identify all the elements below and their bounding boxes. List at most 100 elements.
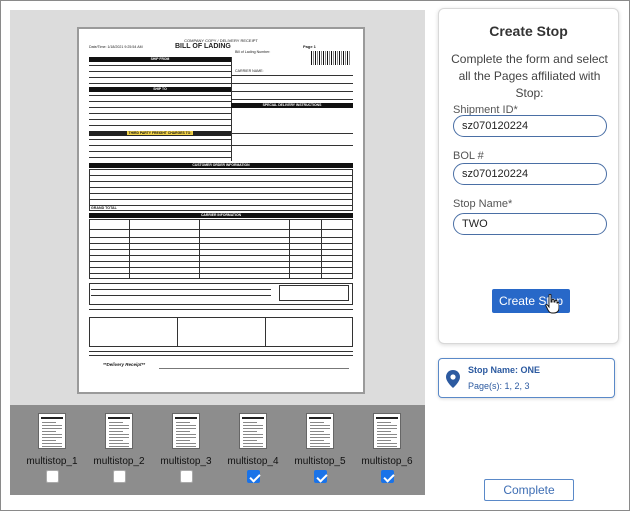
create-stop-panel: Create Stop Complete the form and select… <box>438 8 619 344</box>
doc-line <box>89 71 231 72</box>
thumbnail-line <box>176 425 196 426</box>
thumbnail-line <box>243 428 263 429</box>
thumbnail-line <box>310 446 330 447</box>
barcode <box>311 51 351 65</box>
thumbnail-line <box>243 431 257 432</box>
thumbnail-preview[interactable] <box>306 413 334 449</box>
doc-bol-number: Bill of Lading Number: <box>235 50 271 54</box>
thumbnail-preview[interactable] <box>172 413 200 449</box>
doc-divider <box>177 317 178 347</box>
thumbnail-preview[interactable] <box>239 413 267 449</box>
thumbnail-line <box>377 428 397 429</box>
stop-card-one[interactable]: Stop Name: ONE Page(s): 1, 2, 3 <box>438 358 615 398</box>
ship-from-bar: SHIP FROM <box>89 57 231 62</box>
thumbnail-preview[interactable] <box>373 413 401 449</box>
thumbnail-label: multistop_3 <box>160 456 212 467</box>
page-thumbnail[interactable]: multistop_5 <box>288 413 348 493</box>
doc-line <box>159 368 349 369</box>
doc-date-time: Date/Time: 1/18/2021 9:25:54 AM <box>89 45 143 49</box>
thumbnail-line <box>42 446 62 447</box>
thumbnail-line <box>310 437 330 438</box>
doc-line <box>89 193 353 194</box>
thumbnail-line <box>109 440 123 441</box>
bol-input[interactable]: sz070120224 <box>453 163 607 185</box>
location-pin-icon <box>446 370 460 388</box>
doc-divider <box>129 219 130 279</box>
doc-divider <box>321 219 322 279</box>
page-select-checkbox[interactable] <box>381 470 394 483</box>
thumbnail-line <box>310 422 324 423</box>
thumbnail-bar <box>376 417 398 419</box>
doc-line <box>89 125 231 126</box>
stop-card-name: Stop Name: ONE <box>468 365 541 375</box>
thumbnail-line <box>42 437 62 438</box>
thumbnail-line <box>377 425 397 426</box>
doc-line <box>91 289 271 290</box>
special-delivery-bar: SPECIAL DELIVERY INSTRUCTIONS <box>231 103 353 108</box>
thumbnail-bar <box>41 417 63 419</box>
shipment-id-input[interactable]: sz070120224 <box>453 115 607 137</box>
page-select-checkbox[interactable] <box>180 470 193 483</box>
thumbnail-line <box>377 422 391 423</box>
page-select-checkbox[interactable] <box>113 470 126 483</box>
stop-name-input[interactable]: TWO <box>453 213 607 235</box>
doc-line <box>89 199 353 200</box>
doc-line <box>89 83 231 84</box>
thumbnail-line <box>176 437 196 438</box>
thumbnail-bar <box>309 417 331 419</box>
thumbnail-line <box>109 446 129 447</box>
thumbnail-line <box>310 431 324 432</box>
thumbnail-line <box>109 443 129 444</box>
thumbnail-bar <box>108 417 130 419</box>
doc-divider <box>265 317 266 347</box>
doc-line <box>89 175 353 176</box>
page-select-checkbox[interactable] <box>314 470 327 483</box>
doc-line <box>89 107 231 108</box>
delivery-receipt-label: **Delivery Receipt** <box>103 362 146 367</box>
doc-line <box>89 101 231 102</box>
thumbnail-label: multistop_5 <box>294 456 346 467</box>
page-thumbnail[interactable]: multistop_6 <box>355 413 415 493</box>
thumbnail-line <box>176 446 196 447</box>
thumbnail-bar <box>242 417 264 419</box>
thumbnail-line <box>176 434 196 435</box>
doc-line <box>89 139 231 140</box>
thumbnail-line <box>42 443 62 444</box>
thumbnail-line <box>42 434 62 435</box>
page-thumbnail[interactable]: multistop_2 <box>87 413 147 493</box>
carrier-name-label: CARRIER NAME: <box>235 69 264 73</box>
thumbnail-line <box>243 422 257 423</box>
doc-line <box>231 83 353 84</box>
thumbnail-preview[interactable] <box>105 413 133 449</box>
ship-to-bar: SHIP TO <box>89 87 231 92</box>
page-select-checkbox[interactable] <box>46 470 59 483</box>
doc-line <box>89 119 231 120</box>
thumbnail-line <box>42 425 62 426</box>
thumbnail-line <box>310 434 330 435</box>
doc-line <box>89 181 353 182</box>
thumbnail-label: multistop_2 <box>93 456 145 467</box>
doc-line <box>89 113 231 114</box>
thumbnail-line <box>42 422 56 423</box>
thumbnail-line <box>377 446 397 447</box>
stop-card-pages: Page(s): 1, 2, 3 <box>468 381 530 391</box>
doc-line <box>89 205 353 206</box>
page-thumbnail[interactable]: multistop_4 <box>221 413 281 493</box>
doc-line <box>89 187 353 188</box>
page-select-checkbox[interactable] <box>247 470 260 483</box>
page-thumbnail[interactable]: multistop_3 <box>154 413 214 493</box>
doc-line <box>89 355 353 356</box>
doc-line <box>89 65 231 66</box>
thumbnail-line <box>377 440 391 441</box>
thumbnail-line <box>243 446 263 447</box>
thumbnail-line <box>377 431 391 432</box>
page-thumbnail[interactable]: multistop_1 <box>20 413 80 493</box>
thumbnail-line <box>243 443 263 444</box>
third-party-label: THIRD PARTY FREIGHT CHARGES TO: <box>126 131 194 135</box>
document-page: COMPANY COPY / DELIVERY RECEIPT Date/Tim… <box>77 27 365 394</box>
panel-title: Create Stop <box>489 23 568 39</box>
doc-divider <box>289 219 290 279</box>
thumbnail-preview[interactable] <box>38 413 66 449</box>
complete-button[interactable]: Complete <box>484 479 574 501</box>
doc-line <box>89 145 231 146</box>
